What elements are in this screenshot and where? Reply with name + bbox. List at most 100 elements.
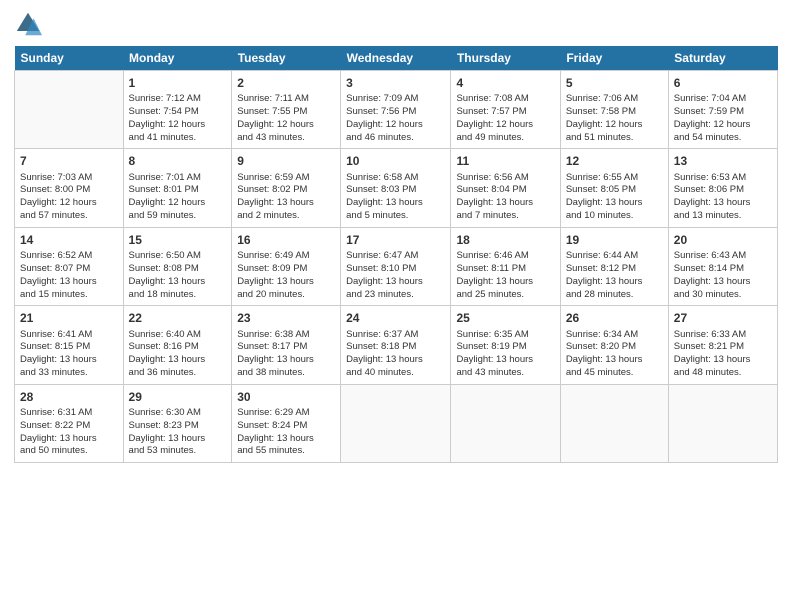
day-info: Sunrise: 6:38 AM Sunset: 8:17 PM Dayligh…: [237, 329, 335, 380]
day-cell: 30 Sunrise: 6:29 AM Sunset: 8:24 PM Dayli…: [232, 384, 341, 462]
day-cell: 21Sunrise: 6:41 AM Sunset: 8:15 PM Dayli…: [15, 306, 124, 384]
day-number: 1: [129, 75, 227, 91]
day-number: 6: [674, 75, 772, 91]
day-cell: 14 Sunrise: 6:52 AM Sunset: 8:07 PM Dayli…: [15, 227, 124, 305]
header-cell-wednesday: Wednesday: [341, 46, 451, 71]
day-info: Sunrise: 7:01 AM Sunset: 8:01 PM Dayligh…: [129, 172, 227, 223]
day-number: 2: [237, 75, 335, 91]
logo-icon: [14, 10, 42, 38]
day-number: 3: [346, 75, 445, 91]
day-info: Sunrise: 6:37 AM Sunset: 8:18 PM Dayligh…: [346, 329, 445, 380]
day-cell: 1 Sunrise: 7:12 AM Sunset: 7:54 PM Daylig…: [123, 71, 232, 149]
day-cell: 2 Sunrise: 7:11 AM Sunset: 7:55 PM Daylig…: [232, 71, 341, 149]
header-cell-thursday: Thursday: [451, 46, 560, 71]
day-info: Sunrise: 6:43 AM Sunset: 8:14 PM Dayligh…: [674, 250, 772, 301]
day-cell: 12 Sunrise: 6:55 AM Sunset: 8:05 PM Dayli…: [560, 149, 668, 227]
day-number: 26: [566, 310, 663, 326]
day-cell: 18Sunrise: 6:46 AM Sunset: 8:11 PM Dayli…: [451, 227, 560, 305]
day-info: Sunrise: 6:41 AM Sunset: 8:15 PM Dayligh…: [20, 329, 118, 380]
day-cell: 3 Sunrise: 7:09 AM Sunset: 7:56 PM Daylig…: [341, 71, 451, 149]
week-row: 1 Sunrise: 7:12 AM Sunset: 7:54 PM Daylig…: [15, 71, 778, 149]
day-info: Sunrise: 6:55 AM Sunset: 8:05 PM Dayligh…: [566, 172, 663, 223]
day-cell: 26 Sunrise: 6:34 AM Sunset: 8:20 PM Dayli…: [560, 306, 668, 384]
day-info: Sunrise: 6:47 AM Sunset: 8:10 PM Dayligh…: [346, 250, 445, 301]
day-info: Sunrise: 6:29 AM Sunset: 8:24 PM Dayligh…: [237, 407, 335, 458]
day-info: Sunrise: 6:35 AM Sunset: 8:19 PM Dayligh…: [456, 329, 554, 380]
day-info: Sunrise: 6:40 AM Sunset: 8:16 PM Dayligh…: [129, 329, 227, 380]
day-cell: 17 Sunrise: 6:47 AM Sunset: 8:10 PM Dayli…: [341, 227, 451, 305]
day-cell: [15, 71, 124, 149]
day-cell: 8 Sunrise: 7:01 AM Sunset: 8:01 PM Daylig…: [123, 149, 232, 227]
day-cell: 24 Sunrise: 6:37 AM Sunset: 8:18 PM Dayli…: [341, 306, 451, 384]
day-cell: 7Sunrise: 7:03 AM Sunset: 8:00 PM Daylig…: [15, 149, 124, 227]
day-cell: 22 Sunrise: 6:40 AM Sunset: 8:16 PM Dayli…: [123, 306, 232, 384]
day-info: Sunrise: 6:30 AM Sunset: 8:23 PM Dayligh…: [129, 407, 227, 458]
day-info: Sunrise: 7:08 AM Sunset: 7:57 PM Dayligh…: [456, 93, 554, 144]
day-info: Sunrise: 6:46 AM Sunset: 8:11 PM Dayligh…: [456, 250, 554, 301]
page-container: SundayMondayTuesdayWednesdayThursdayFrid…: [0, 0, 792, 473]
day-cell: 13 Sunrise: 6:53 AM Sunset: 8:06 PM Dayli…: [668, 149, 777, 227]
day-cell: [668, 384, 777, 462]
day-cell: 16 Sunrise: 6:49 AM Sunset: 8:09 PM Dayli…: [232, 227, 341, 305]
week-row: 21Sunrise: 6:41 AM Sunset: 8:15 PM Dayli…: [15, 306, 778, 384]
day-cell: 4Sunrise: 7:08 AM Sunset: 7:57 PM Daylig…: [451, 71, 560, 149]
day-info: Sunrise: 6:33 AM Sunset: 8:21 PM Dayligh…: [674, 329, 772, 380]
day-info: Sunrise: 7:11 AM Sunset: 7:55 PM Dayligh…: [237, 93, 335, 144]
day-number: 16: [237, 232, 335, 248]
day-number: 20: [674, 232, 772, 248]
day-number: 30: [237, 389, 335, 405]
day-number: 10: [346, 153, 445, 169]
day-number: 19: [566, 232, 663, 248]
day-number: 25: [456, 310, 554, 326]
day-number: 29: [129, 389, 227, 405]
header-cell-sunday: Sunday: [15, 46, 124, 71]
day-cell: 10Sunrise: 6:58 AM Sunset: 8:03 PM Dayli…: [341, 149, 451, 227]
day-info: Sunrise: 6:31 AM Sunset: 8:22 PM Dayligh…: [20, 407, 118, 458]
day-cell: 19Sunrise: 6:44 AM Sunset: 8:12 PM Dayli…: [560, 227, 668, 305]
day-cell: 28Sunrise: 6:31 AM Sunset: 8:22 PM Dayli…: [15, 384, 124, 462]
day-info: Sunrise: 7:03 AM Sunset: 8:00 PM Dayligh…: [20, 172, 118, 223]
day-info: Sunrise: 6:52 AM Sunset: 8:07 PM Dayligh…: [20, 250, 118, 301]
day-number: 13: [674, 153, 772, 169]
day-cell: [451, 384, 560, 462]
day-number: 17: [346, 232, 445, 248]
week-row: 7Sunrise: 7:03 AM Sunset: 8:00 PM Daylig…: [15, 149, 778, 227]
header-cell-monday: Monday: [123, 46, 232, 71]
day-number: 5: [566, 75, 663, 91]
day-info: Sunrise: 6:49 AM Sunset: 8:09 PM Dayligh…: [237, 250, 335, 301]
calendar-body: 1 Sunrise: 7:12 AM Sunset: 7:54 PM Daylig…: [15, 71, 778, 463]
day-cell: [560, 384, 668, 462]
day-info: Sunrise: 6:50 AM Sunset: 8:08 PM Dayligh…: [129, 250, 227, 301]
calendar-header: SundayMondayTuesdayWednesdayThursdayFrid…: [15, 46, 778, 71]
day-cell: 23Sunrise: 6:38 AM Sunset: 8:17 PM Dayli…: [232, 306, 341, 384]
header-row: SundayMondayTuesdayWednesdayThursdayFrid…: [15, 46, 778, 71]
day-cell: 6 Sunrise: 7:04 AM Sunset: 7:59 PM Daylig…: [668, 71, 777, 149]
day-info: Sunrise: 6:34 AM Sunset: 8:20 PM Dayligh…: [566, 329, 663, 380]
day-info: Sunrise: 7:12 AM Sunset: 7:54 PM Dayligh…: [129, 93, 227, 144]
day-number: 27: [674, 310, 772, 326]
day-cell: 29 Sunrise: 6:30 AM Sunset: 8:23 PM Dayli…: [123, 384, 232, 462]
day-info: Sunrise: 6:56 AM Sunset: 8:04 PM Dayligh…: [456, 172, 554, 223]
day-cell: 11Sunrise: 6:56 AM Sunset: 8:04 PM Dayli…: [451, 149, 560, 227]
day-number: 15: [129, 232, 227, 248]
week-row: 28Sunrise: 6:31 AM Sunset: 8:22 PM Dayli…: [15, 384, 778, 462]
day-cell: 15 Sunrise: 6:50 AM Sunset: 8:08 PM Dayli…: [123, 227, 232, 305]
day-number: 22: [129, 310, 227, 326]
header-cell-saturday: Saturday: [668, 46, 777, 71]
day-info: Sunrise: 7:09 AM Sunset: 7:56 PM Dayligh…: [346, 93, 445, 144]
day-cell: 25 Sunrise: 6:35 AM Sunset: 8:19 PM Dayli…: [451, 306, 560, 384]
day-info: Sunrise: 6:53 AM Sunset: 8:06 PM Dayligh…: [674, 172, 772, 223]
day-cell: 27 Sunrise: 6:33 AM Sunset: 8:21 PM Dayli…: [668, 306, 777, 384]
day-info: Sunrise: 7:04 AM Sunset: 7:59 PM Dayligh…: [674, 93, 772, 144]
day-number: 8: [129, 153, 227, 169]
day-number: 9: [237, 153, 335, 169]
day-cell: [341, 384, 451, 462]
day-number: 14: [20, 232, 118, 248]
header-cell-tuesday: Tuesday: [232, 46, 341, 71]
day-number: 12: [566, 153, 663, 169]
day-cell: 20 Sunrise: 6:43 AM Sunset: 8:14 PM Dayli…: [668, 227, 777, 305]
header-cell-friday: Friday: [560, 46, 668, 71]
week-row: 14 Sunrise: 6:52 AM Sunset: 8:07 PM Dayli…: [15, 227, 778, 305]
day-number: 24: [346, 310, 445, 326]
calendar-table: SundayMondayTuesdayWednesdayThursdayFrid…: [14, 46, 778, 463]
